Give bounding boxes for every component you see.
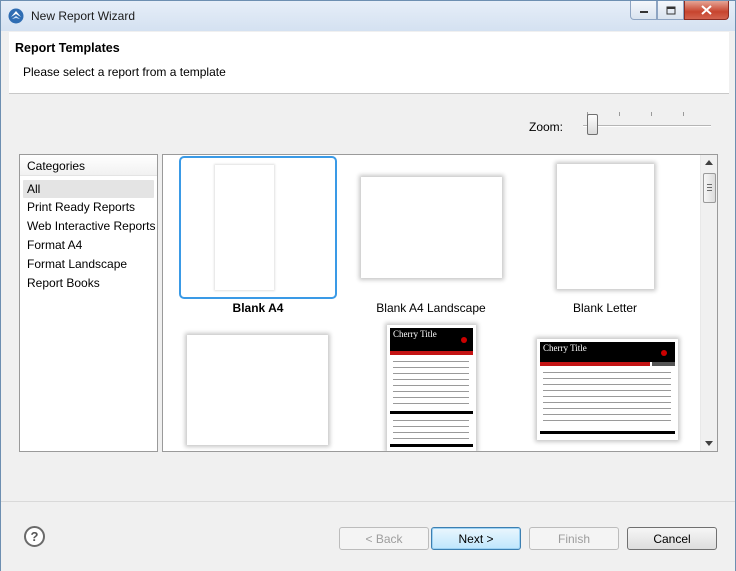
template-label-blank-letter: Blank Letter xyxy=(572,301,638,315)
cherry-icon xyxy=(461,337,467,343)
report-row-line xyxy=(543,420,671,421)
templates-scrollbar[interactable] xyxy=(700,155,717,451)
zoom-tick xyxy=(683,112,684,116)
report-row-line xyxy=(543,390,671,391)
grip-line xyxy=(707,190,712,191)
zoom-tick xyxy=(619,112,620,116)
help-icon[interactable]: ? xyxy=(24,526,45,547)
cherry-report-header: Cherry Title xyxy=(540,342,675,362)
report-row-line xyxy=(393,373,469,374)
wizard-header: Report Templates Please select a report … xyxy=(9,32,729,94)
zoom-slider[interactable] xyxy=(577,109,713,143)
grip-line xyxy=(707,187,712,188)
finish-button[interactable]: Finish xyxy=(529,527,619,550)
report-row-line xyxy=(543,372,671,373)
templates-grid: Blank A4 Blank A4 Landscape Blank Letter… xyxy=(163,155,700,451)
report-row-line xyxy=(543,384,671,385)
close-icon xyxy=(701,5,712,15)
template-blank-landscape-2[interactable] xyxy=(187,335,328,445)
maximize-button[interactable] xyxy=(657,1,684,20)
report-row-line xyxy=(393,426,469,427)
page-title: Report Templates xyxy=(15,41,120,55)
eclipse-app-icon xyxy=(8,8,24,24)
template-label-blank-a4: Blank A4 xyxy=(232,301,284,315)
categories-list: Categories All Print Ready Reports Web I… xyxy=(19,154,158,452)
category-print-ready-reports[interactable]: Print Ready Reports xyxy=(20,198,157,217)
report-row-line xyxy=(543,378,671,379)
zoom-track xyxy=(583,125,711,127)
report-row-line xyxy=(543,408,671,409)
report-row-line xyxy=(393,379,469,380)
report-row-line xyxy=(543,414,671,415)
maximize-icon xyxy=(666,6,675,14)
wizard-footer: ? < Back Next > Finish Cancel xyxy=(1,501,735,571)
report-row-line xyxy=(393,420,469,421)
minimize-button[interactable] xyxy=(630,1,657,20)
report-footer-bar xyxy=(390,444,473,447)
category-report-books[interactable]: Report Books xyxy=(20,274,157,293)
report-row-line xyxy=(393,397,469,398)
wizard-window: New Report Wizard Report Templates Pleas… xyxy=(0,0,736,571)
window-controls xyxy=(630,1,729,20)
grip-line xyxy=(707,184,712,185)
zoom-thumb[interactable] xyxy=(587,114,598,135)
wizard-content: Zoom: Categories All Print Ready Reports… xyxy=(9,95,729,500)
cherry-title-text: Cherry Title xyxy=(393,329,437,339)
cancel-button[interactable]: Cancel xyxy=(627,527,717,550)
templates-gallery: Blank A4 Blank A4 Landscape Blank Letter… xyxy=(162,154,718,452)
close-button[interactable] xyxy=(684,1,729,20)
back-button[interactable]: < Back xyxy=(339,527,429,550)
report-section-bar xyxy=(390,411,473,414)
window-title: New Report Wizard xyxy=(31,9,136,23)
category-web-interactive-reports[interactable]: Web Interactive Reports xyxy=(20,217,157,236)
report-row-line xyxy=(393,438,469,439)
category-format-a4[interactable]: Format A4 xyxy=(20,236,157,255)
report-row-line xyxy=(393,403,469,404)
cherry-icon xyxy=(661,350,667,356)
template-label-blank-a4-landscape: Blank A4 Landscape xyxy=(376,301,486,315)
cherry-title-text: Cherry Title xyxy=(543,343,587,353)
categories-header: Categories xyxy=(20,155,157,176)
title-bar: New Report Wizard xyxy=(1,1,735,31)
template-cherry-portrait[interactable]: Cherry Title xyxy=(387,325,476,451)
category-format-landscape[interactable]: Format Landscape xyxy=(20,255,157,274)
minimize-icon xyxy=(639,11,648,13)
template-cherry-landscape[interactable]: Cherry Title xyxy=(537,339,678,440)
page-description: Please select a report from a template xyxy=(23,65,226,79)
scrollbar-thumb[interactable] xyxy=(703,173,716,203)
cherry-red-bar xyxy=(390,351,473,355)
report-row-line xyxy=(393,361,469,362)
cherry-report-header: Cherry Title xyxy=(390,328,473,351)
report-row-line xyxy=(543,396,671,397)
category-all[interactable]: All xyxy=(23,180,154,198)
scroll-up-icon[interactable] xyxy=(705,160,713,165)
report-row-line xyxy=(393,391,469,392)
report-row-line xyxy=(393,385,469,386)
zoom-tick xyxy=(651,112,652,116)
report-row-line xyxy=(393,367,469,368)
report-footer-bar xyxy=(540,431,675,434)
report-row-line xyxy=(393,432,469,433)
scroll-down-icon[interactable] xyxy=(705,441,713,446)
zoom-label: Zoom: xyxy=(529,120,564,134)
report-row-line xyxy=(543,402,671,403)
template-blank-letter[interactable] xyxy=(557,164,654,289)
cherry-red-bar xyxy=(540,362,650,366)
template-thumbnail-blank-a4 xyxy=(215,165,274,290)
next-button[interactable]: Next > xyxy=(431,527,521,550)
cherry-grey-bar xyxy=(652,362,675,366)
template-blank-a4-landscape[interactable] xyxy=(361,177,502,278)
